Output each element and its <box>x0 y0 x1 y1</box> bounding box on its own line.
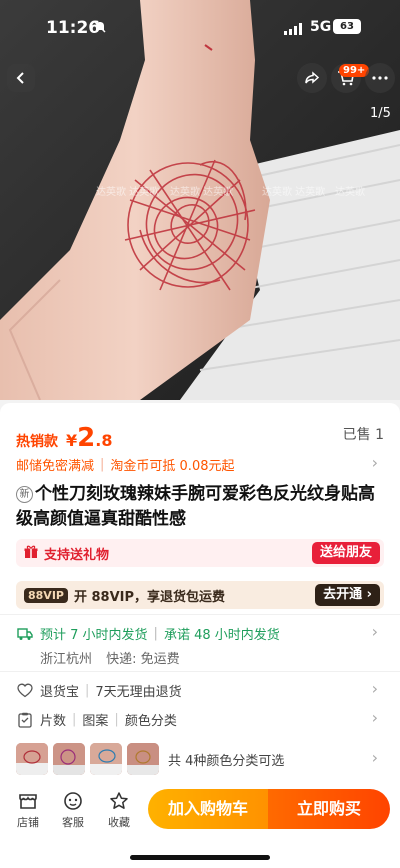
vip-badge: 88VIP <box>24 587 68 603</box>
variant-thumbnail[interactable] <box>53 743 85 775</box>
variant-thumbnail[interactable] <box>90 743 122 775</box>
share-button[interactable] <box>297 63 327 93</box>
returns-label: 退货宝 <box>40 685 80 700</box>
store-icon <box>8 790 48 812</box>
spec-separator: | <box>114 712 119 727</box>
image-page-indicator: 1/5 <box>370 106 391 121</box>
favorite-tab[interactable]: 收藏 <box>99 790 139 830</box>
returns-policy: 7天无理由退货 <box>95 685 182 700</box>
chevron-right-icon: › <box>371 453 378 472</box>
variant-thumbnail[interactable] <box>127 743 159 775</box>
sold-count: 已售 1 <box>342 427 384 443</box>
new-tag: 新 <box>16 486 33 503</box>
customer-service-icon <box>53 790 93 812</box>
product-image-carousel[interactable]: 达英歌 达英歌 达英歌 达英歌 达英歌 达英歌 达英歌 11:26 5G 63 … <box>0 0 400 400</box>
share-icon <box>305 71 320 84</box>
spec-item: 片数 <box>40 714 67 729</box>
chevron-left-icon <box>16 72 24 84</box>
bottom-action-bar: 店铺 客服 收藏 加入购物车 立即购买 <box>0 781 400 868</box>
shipping-delivery: 快递: 免运费 <box>106 652 180 667</box>
shipping-origin: 浙江杭州 <box>40 652 93 667</box>
promotion-separator: | <box>100 457 105 472</box>
price-integer: 2 <box>77 423 96 453</box>
gift-bar[interactable]: 支持送礼物 送给朋友 <box>16 539 384 567</box>
signal-icon <box>284 20 304 39</box>
shipping-estimate: 预计 7 小时内发货 <box>40 628 148 643</box>
product-title: 新个性刀刻玫瑰辣妹手腕可爱彩色反光纹身贴高级高颜值逼真甜酷性感 <box>16 482 384 532</box>
battery-icon: 63 <box>333 19 361 34</box>
variants-summary: 共 4种颜色分类可选 <box>168 753 285 769</box>
buy-now-button[interactable]: 立即购买 <box>268 789 390 829</box>
price-currency: ¥ <box>66 431 78 450</box>
activate-vip-button[interactable]: 去开通 › <box>315 584 380 606</box>
store-tab[interactable]: 店铺 <box>8 790 48 830</box>
gift-icon <box>24 544 38 563</box>
promotion-row[interactable]: 邮储免密满减 | 淘金币可抵 0.08元起 <box>16 455 234 474</box>
status-time: 11:26 <box>46 18 101 38</box>
returns-separator: | <box>85 683 90 698</box>
gift-text: 支持送礼物 <box>44 547 110 563</box>
service-tab[interactable]: 客服 <box>53 790 93 830</box>
back-button[interactable] <box>7 64 35 92</box>
clipboard-icon <box>16 711 34 729</box>
svg-text:达英歌 达英歌: 达英歌 达英歌 <box>170 185 233 198</box>
vip-text: 开 88VIP，享退货包运费 <box>73 589 226 605</box>
variant-thumbnail[interactable] <box>16 743 48 775</box>
shipping-location-row: 浙江杭州 快递: 免运费 <box>40 648 180 667</box>
chevron-right-icon: › <box>371 679 378 698</box>
activate-vip-label: 去开通 <box>323 587 363 602</box>
chevron-right-icon: › <box>371 748 378 767</box>
spec-item: 图案 <box>82 714 109 729</box>
product-info-card: 热销款 ¥ 2 .8 已售 1 邮储免密满减 | 淘金币可抵 0.08元起 › … <box>0 403 400 781</box>
shipping-row[interactable]: 预计 7 小时内发货 | 承诺 48 小时内发货 <box>16 624 280 643</box>
variant-thumbnails[interactable]: 共 4种颜色分类可选 <box>16 743 284 775</box>
svg-text:达英歌: 达英歌 <box>335 185 365 198</box>
returns-row[interactable]: 退货宝 | 7天无理由退货 <box>16 681 182 700</box>
more-button[interactable] <box>365 63 395 93</box>
vip-bar[interactable]: 88VIP 开 88VIP，享退货包运费 去开通 › <box>16 581 384 609</box>
divider <box>0 671 400 672</box>
star-icon <box>99 790 139 812</box>
mute-icon <box>93 20 107 38</box>
watermark-text: 达英歌 达英歌 <box>96 185 159 198</box>
status-bar: 11:26 5G 63 <box>0 0 400 44</box>
spec-row[interactable]: 片数 | 图案 | 颜色分类 <box>16 710 177 729</box>
promotion-item: 邮储免密满减 <box>16 459 95 474</box>
service-label: 客服 <box>62 816 84 829</box>
store-label: 店铺 <box>17 816 39 829</box>
shipping-promise: 承诺 48 小时内发货 <box>163 628 280 643</box>
chevron-right-icon: › <box>371 708 378 727</box>
spec-separator: | <box>72 712 77 727</box>
svg-text:达英歌 达英歌: 达英歌 达英歌 <box>262 185 325 198</box>
price-row: 热销款 ¥ 2 .8 <box>16 423 112 453</box>
product-photo: 达英歌 达英歌 达英歌 达英歌 达英歌 达英歌 达英歌 <box>0 0 400 400</box>
shipping-separator: | <box>153 626 158 641</box>
promotion-item: 淘金币可抵 0.08元起 <box>110 459 235 474</box>
truck-icon <box>16 625 34 643</box>
home-indicator <box>130 855 270 860</box>
add-to-cart-button[interactable]: 加入购物车 <box>148 789 268 829</box>
send-to-friend-button[interactable]: 送给朋友 <box>311 542 380 564</box>
hot-sale-label: 热销款 <box>16 434 58 450</box>
divider <box>0 614 400 615</box>
chevron-right-icon: › <box>371 622 378 641</box>
spec-item: 颜色分类 <box>124 714 177 729</box>
network-label: 5G <box>310 19 332 35</box>
product-title-text: 个性刀刻玫瑰辣妹手腕可爱彩色反光纹身贴高级高颜值逼真甜酷性感 <box>16 484 375 529</box>
more-dots-icon <box>372 76 388 80</box>
price-decimal: .8 <box>95 431 113 450</box>
favorite-label: 收藏 <box>108 816 130 829</box>
heart-shield-icon <box>16 682 34 700</box>
